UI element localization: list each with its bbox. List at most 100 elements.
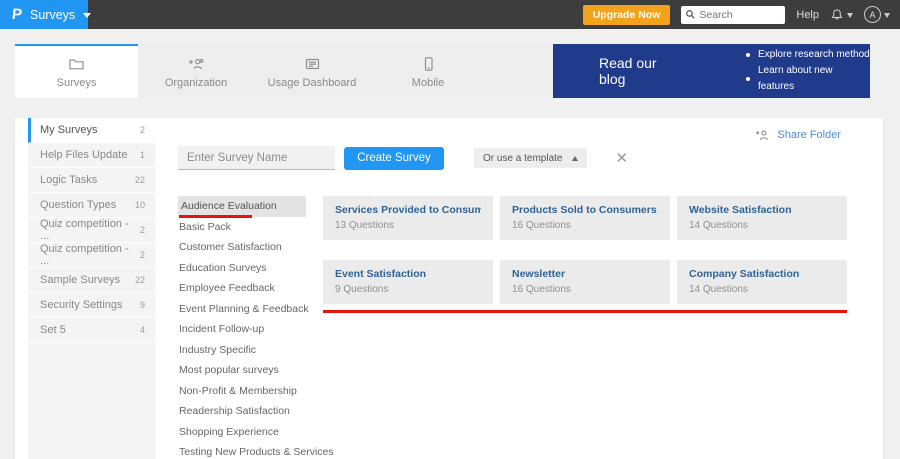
sidebar-folder-item[interactable]: Quiz competition - ... 2 — [28, 243, 155, 268]
category-label: Audience Evaluation — [181, 200, 277, 213]
account-menu[interactable]: A — [864, 6, 890, 23]
close-icon[interactable]: ✕ — [615, 151, 628, 166]
template-card[interactable]: Products Sold to Consumers 16 Questions — [500, 196, 670, 240]
category-label: Education Surveys — [179, 261, 267, 274]
template-category-item[interactable]: Basic Pack — [178, 217, 306, 238]
people-add-icon — [188, 58, 204, 69]
share-folder-button[interactable]: Share Folder — [755, 128, 841, 142]
sidebar-folder-item[interactable]: My Surveys 2 — [28, 118, 155, 143]
sidebar-folder-item[interactable]: Security Settings 9 — [28, 293, 155, 318]
tab-organization[interactable]: Organization — [138, 44, 254, 98]
category-label: Customer Satisfaction — [179, 241, 282, 254]
sidebar-folder-item[interactable]: Sample Surveys 22 — [28, 268, 155, 293]
banner-bullet-list: Explore research method Learn about new … — [746, 47, 870, 95]
search-icon — [686, 10, 696, 19]
tab-label: Surveys — [56, 76, 97, 89]
sidebar-folder-item[interactable]: Set 5 4 — [28, 318, 155, 343]
folder-count: 10 — [134, 200, 145, 210]
folder-count: 1 — [139, 150, 145, 160]
main-panel: Share Folder Create Survey Or use a temp… — [155, 118, 883, 459]
folder-label: Quiz competition - ... — [40, 218, 129, 242]
mobile-icon — [424, 56, 433, 71]
template-category-item[interactable]: Audience Evaluation — [178, 196, 306, 218]
chevron-down-icon — [83, 12, 92, 18]
bell-icon — [831, 8, 843, 19]
tab-mobile[interactable]: Mobile — [370, 44, 486, 98]
search-box[interactable] — [681, 5, 786, 24]
help-link[interactable]: Help — [796, 9, 819, 21]
search-input[interactable] — [699, 8, 778, 21]
template-title: Website Satisfaction — [689, 204, 792, 216]
folder-count: 2 — [139, 125, 145, 135]
template-title: Event Satisfaction — [335, 268, 427, 280]
category-label: Industry Specific — [179, 343, 257, 356]
folder-icon — [69, 58, 84, 69]
template-category-item[interactable]: Customer Satisfaction — [178, 237, 306, 258]
category-label: Basic Pack — [179, 220, 231, 233]
folder-count: 9 — [139, 300, 145, 310]
questionpro-logo-icon: P — [11, 6, 23, 23]
upgrade-now-button[interactable]: Upgrade Now — [582, 4, 671, 25]
folder-count: 4 — [139, 325, 145, 335]
tab-surveys[interactable]: Surveys — [15, 44, 138, 98]
template-title: Services Provided to Consumers — [335, 204, 481, 216]
template-title: Products Sold to Consumers — [512, 204, 657, 216]
folder-label: Set 5 — [40, 324, 66, 336]
template-category-item[interactable]: Incident Follow-up — [178, 319, 306, 340]
top-section: Surveys Organization Usage Dashboard Mob… — [15, 44, 870, 98]
template-category-item[interactable]: Industry Specific — [178, 340, 306, 361]
sidebar-folder-item[interactable]: Help Files Update 1 — [28, 143, 155, 168]
topbar: P Surveys Upgrade Now Help A — [0, 0, 900, 29]
template-category-item[interactable]: Non-Profit & Membership — [178, 381, 306, 402]
folder-count: 22 — [134, 275, 145, 285]
sidebar-folder-item[interactable]: Question Types 10 — [28, 193, 155, 218]
template-title: Newsletter — [512, 268, 566, 280]
notifications-menu[interactable] — [830, 8, 853, 22]
category-label: Readership Satisfaction — [179, 405, 290, 418]
share-folder-label: Share Folder — [777, 129, 841, 141]
brand-surveys-dropdown[interactable]: P Surveys — [0, 0, 92, 29]
template-category-item[interactable]: Event Planning & Feedback — [178, 299, 309, 320]
template-card[interactable]: Website Satisfaction 14 Questions — [677, 196, 847, 240]
template-category-item[interactable]: Readership Satisfaction — [178, 401, 306, 422]
folder-count: 22 — [134, 175, 145, 185]
template-picker: Audience Evaluation Basic Pack Customer … — [178, 196, 883, 459]
folder-label: My Surveys — [40, 124, 98, 136]
create-survey-row: Create Survey Or use a template ✕ — [178, 146, 883, 170]
folder-label: Security Settings — [40, 299, 123, 311]
dashboard-icon — [305, 58, 319, 69]
category-label: Event Planning & Feedback — [179, 302, 309, 315]
folder-label: Question Types — [40, 199, 117, 211]
banner-bullet: Explore research method — [746, 47, 870, 63]
tab-strip: Surveys Organization Usage Dashboard Mob… — [15, 44, 553, 98]
template-category-item[interactable]: Employee Feedback — [178, 278, 306, 299]
template-category-item[interactable]: Education Surveys — [178, 258, 306, 279]
folder-label: Sample Surveys — [40, 274, 121, 286]
sidebar-folder-item[interactable]: Quiz competition - ... 2 — [28, 218, 155, 243]
template-category-item[interactable]: Most popular surveys — [178, 360, 306, 381]
category-label: Non-Profit & Membership — [179, 384, 297, 397]
template-category-item[interactable]: Shopping Experience — [178, 422, 306, 443]
template-card[interactable]: Newsletter 16 Questions — [500, 260, 670, 304]
template-category-item[interactable]: Testing New Products & Services — [178, 442, 334, 459]
add-person-icon — [756, 130, 769, 140]
sidebar-folder-item[interactable]: Logic Tasks 22 — [28, 168, 155, 193]
template-question-count: 16 Questions — [512, 220, 571, 231]
use-template-dropdown[interactable]: Or use a template — [474, 148, 588, 168]
folder-label: Help Files Update — [40, 149, 128, 161]
template-card[interactable]: Event Satisfaction 9 Questions — [323, 260, 493, 304]
create-survey-button[interactable]: Create Survey — [344, 146, 444, 170]
template-title: Company Satisfaction — [689, 268, 800, 280]
template-card[interactable]: Company Satisfaction 14 Questions — [677, 260, 847, 304]
chevron-down-icon — [847, 12, 853, 18]
tab-label: Mobile — [411, 76, 445, 89]
survey-name-input[interactable] — [178, 146, 335, 170]
tab-usage-dashboard[interactable]: Usage Dashboard — [254, 44, 370, 98]
content-card: My Surveys 2 Help Files Update 1 Logic T… — [15, 118, 883, 459]
banner-bullet: Learn about new features — [746, 63, 870, 95]
template-question-count: 14 Questions — [689, 284, 748, 295]
template-card[interactable]: Services Provided to Consumers 13 Questi… — [323, 196, 493, 240]
template-question-count: 16 Questions — [512, 284, 571, 295]
folder-count: 2 — [139, 250, 145, 260]
blog-banner[interactable]: Read our blog Explore research method Le… — [553, 44, 870, 98]
